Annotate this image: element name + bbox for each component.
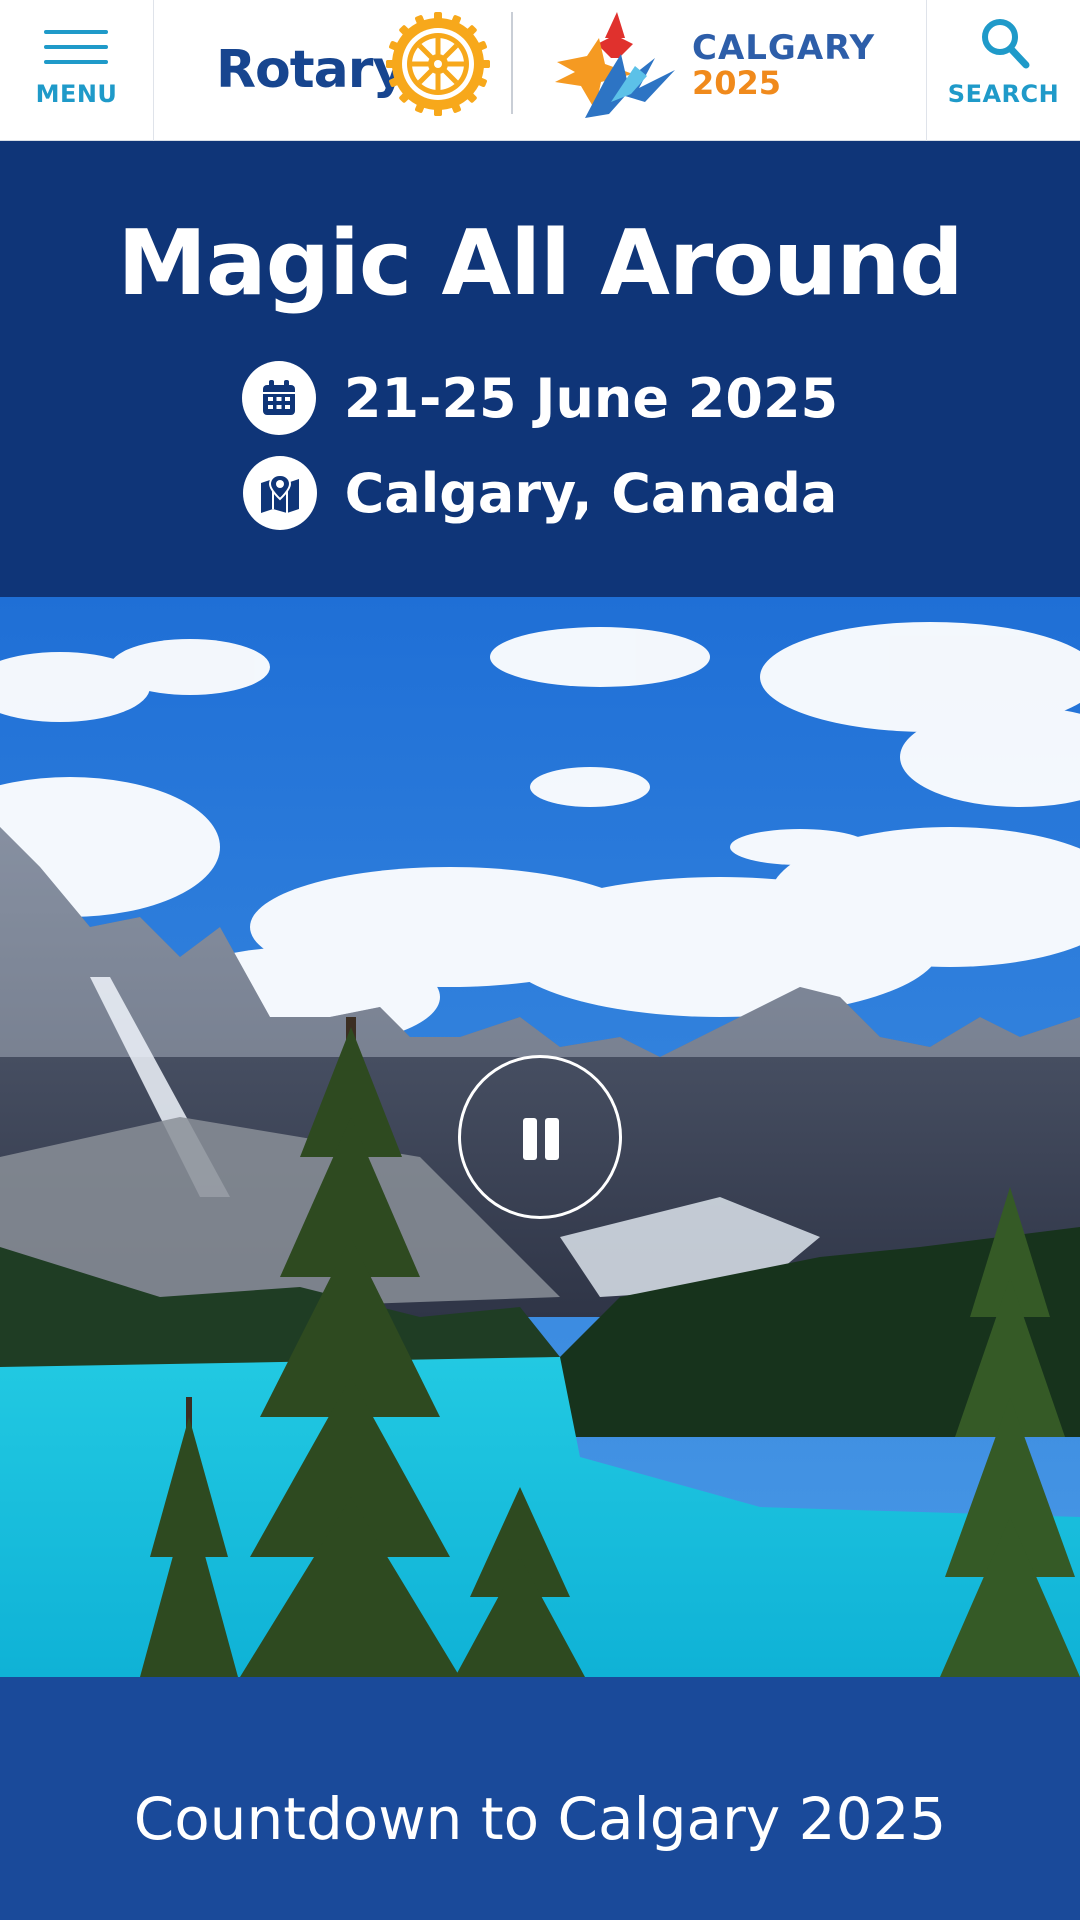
event-location: Calgary, Canada [344,461,838,525]
countdown-section: Countdown to Calgary 2025 [0,1677,1080,1920]
hamburger-icon [44,30,108,64]
search-icon [982,19,1030,69]
event-location-row: Calgary, Canada [0,456,1080,530]
logo-divider [511,12,513,114]
top-header: MENU Rotary CALGARY 2025 SEARCH [0,0,1080,141]
calgary-2025-logo[interactable]: CALGARY 2025 [555,10,874,120]
event-date: 21-25 June 2025 [343,366,839,430]
menu-label: MENU [35,80,118,108]
hero-banner: Magic All Around 21-25 June 2025 Calgary… [0,141,1080,597]
search-button[interactable]: SEARCH [926,0,1080,141]
menu-button[interactable]: MENU [0,0,154,141]
event-date-row: 21-25 June 2025 [0,361,1080,435]
page-title: Magic All Around [117,211,963,316]
search-label: SEARCH [947,80,1060,108]
maple-leaf-stars-icon [555,12,675,118]
calgary-year: 2025 [692,64,782,102]
hero-video[interactable] [0,597,1080,1677]
rotary-wordmark: Rotary [216,40,406,100]
calendar-icon [241,361,316,435]
rotary-logo[interactable]: Rotary [216,12,491,118]
rotary-wheel-icon [386,12,490,116]
map-icon [242,456,317,530]
pause-button[interactable] [458,1055,622,1219]
calgary-wordmark: CALGARY [692,28,876,68]
countdown-title: Countdown to Calgary 2025 [133,1785,947,1853]
